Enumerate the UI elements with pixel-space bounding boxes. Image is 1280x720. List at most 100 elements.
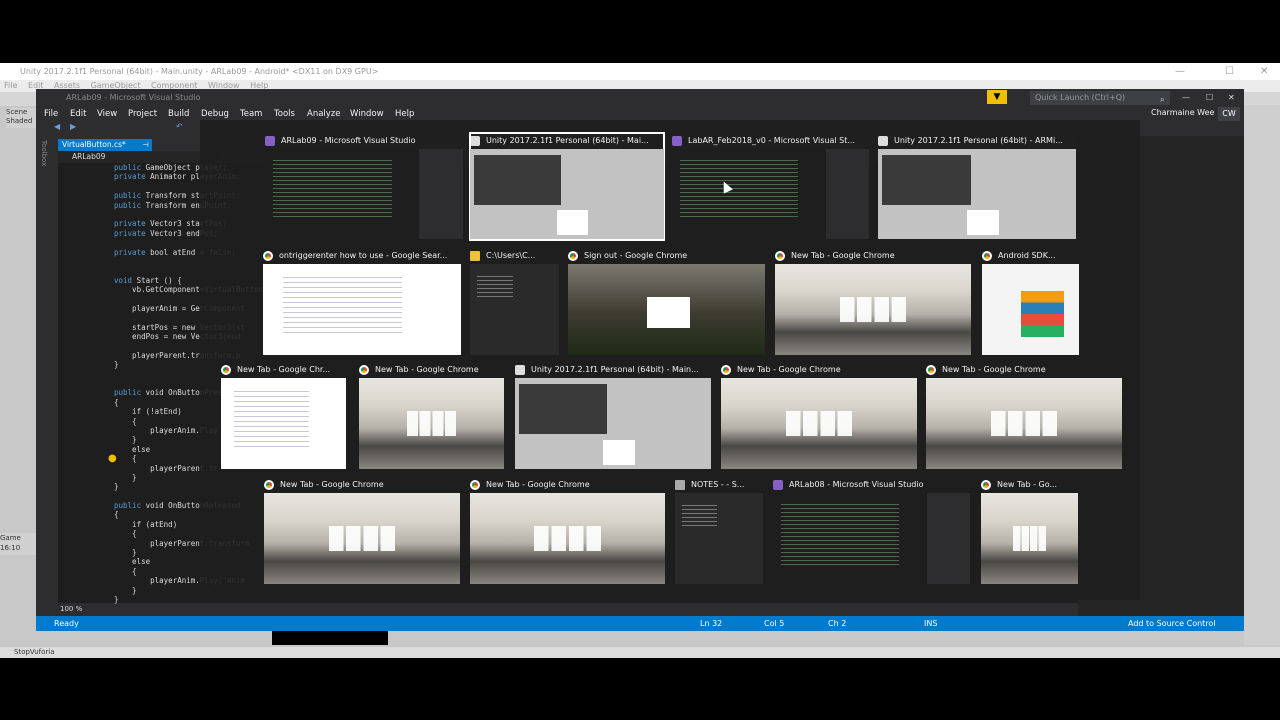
status-column: Col 5: [764, 619, 785, 628]
window-thumbnail: [721, 378, 917, 469]
switcher-window-header: Android SDK...: [982, 248, 1079, 264]
vs-menu-view[interactable]: View: [97, 107, 117, 122]
switcher-window-header: ontriggerenter how to use - Google Sear.…: [263, 248, 461, 264]
switcher-window-item[interactable]: ontriggerenter how to use - Google Sear.…: [263, 248, 461, 356]
switcher-window-title: New Tab - Go...: [997, 480, 1058, 489]
maximize-icon[interactable]: ☐: [1225, 63, 1234, 80]
add-to-source-control-button[interactable]: Add to Source Control: [1128, 616, 1216, 631]
switcher-window-header: New Tab - Go...: [981, 477, 1078, 493]
game-tab[interactable]: Game 16:10: [0, 533, 36, 555]
user-name[interactable]: Charmaine Wee: [1151, 108, 1214, 117]
switcher-window-item[interactable]: New Tab - Go...: [981, 477, 1078, 585]
switcher-window-header: New Tab - Google Chr...: [221, 362, 346, 378]
switcher-window-item[interactable]: Android SDK...: [982, 248, 1079, 356]
code-text: }: [114, 548, 137, 558]
switcher-window-header: New Tab - Google Chrome: [926, 362, 1122, 378]
switcher-window-item[interactable]: New Tab - Google Chrome: [264, 477, 460, 585]
switcher-window-item[interactable]: Unity 2017.2.1f1 Personal (64bit) - ARMi…: [878, 133, 1076, 240]
pin-icon[interactable]: ⊣: [142, 140, 149, 149]
window-thumbnail: [926, 378, 1122, 469]
chrome-icon: [926, 365, 936, 375]
code-keyword: private: [114, 219, 151, 229]
switcher-window-header: ARLab08 - Microsoft Visual Studio: [773, 477, 970, 493]
vs-minimize-icon[interactable]: —: [1182, 89, 1190, 107]
window-thumbnail: [263, 264, 461, 355]
code-text: else: [114, 557, 151, 567]
vs-menu-edit[interactable]: Edit: [70, 107, 86, 122]
unity-menu-file[interactable]: File: [4, 81, 17, 90]
switcher-window-item[interactable]: New Tab - Google Chrome: [775, 248, 971, 356]
vs-menu-file[interactable]: File: [44, 107, 58, 122]
code-keyword: private: [114, 247, 151, 257]
zoom-level[interactable]: 100 %: [58, 603, 138, 615]
switcher-window-title: ARLab09 - Microsoft Visual Studio: [281, 136, 416, 145]
notepad-icon: [675, 480, 685, 490]
switcher-window-item[interactable]: Unity 2017.2.1f1 Personal (64bit) - Mai.…: [469, 132, 665, 241]
vs-maximize-icon[interactable]: ☐: [1206, 89, 1213, 107]
project-dropdown[interactable]: ARLab09: [58, 151, 218, 163]
minimize-icon[interactable]: —: [1175, 63, 1185, 80]
code-keyword: public: [114, 191, 146, 201]
quick-launch-input[interactable]: Quick Launch (Ctrl+Q): [1030, 91, 1170, 105]
switcher-window-item[interactable]: New Tab - Google Chrome: [359, 362, 504, 470]
vs-menu-project[interactable]: Project: [128, 107, 157, 122]
unity-icon: [878, 136, 888, 146]
close-icon[interactable]: ✕: [1260, 63, 1268, 80]
avatar[interactable]: CW: [1218, 107, 1240, 121]
switcher-window-title: ontriggerenter how to use - Google Sear.…: [279, 251, 448, 260]
status-ready: Ready: [54, 619, 79, 628]
unity-title-bar: Unity 2017.2.1f1 Personal (64bit) - Main…: [0, 63, 1280, 80]
taskbar-fragment: [272, 631, 388, 645]
window-thumbnail: [775, 264, 971, 355]
switcher-window-item[interactable]: New Tab - Google Chrome: [926, 362, 1122, 470]
switcher-window-item[interactable]: ARLab09 - Microsoft Visual Studio: [265, 133, 463, 240]
switcher-window-item[interactable]: New Tab - Google Chrome: [721, 362, 917, 470]
switcher-window-header: NOTES - - S...: [675, 477, 763, 493]
document-tab[interactable]: VirtualButton.cs* ⊣ ✕: [58, 139, 152, 161]
switcher-window-item[interactable]: C:\Users\C...: [470, 248, 559, 356]
vs-menu-build[interactable]: Build: [168, 107, 189, 122]
chrome-icon: [359, 365, 369, 375]
window-thumbnail: [878, 149, 1076, 239]
switcher-window-title: New Tab - Google Chrome: [942, 365, 1046, 374]
switcher-window-title: LabAR_Feb2018_v0 - Microsoft Visual St..…: [688, 136, 856, 145]
switcher-window-title: Unity 2017.2.1f1 Personal (64bit) - Main…: [531, 365, 699, 374]
switcher-window-header: Unity 2017.2.1f1 Personal (64bit) - Mai.…: [470, 133, 664, 149]
switcher-window-item[interactable]: New Tab - Google Chr...: [221, 362, 346, 470]
window-thumbnail: [982, 264, 1079, 355]
switcher-window-header: Unity 2017.2.1f1 Personal (64bit) - Main…: [515, 362, 711, 378]
switcher-window-title: Android SDK...: [998, 251, 1056, 260]
undo-icon[interactable]: ↶: [176, 122, 183, 131]
vs-title: ARLab09 - Microsoft Visual Studio: [66, 93, 201, 102]
game-label: Game: [0, 534, 21, 542]
inspector-strip: [1244, 105, 1280, 645]
switcher-window-item[interactable]: New Tab - Google Chrome: [470, 477, 665, 585]
back-icon[interactable]: ◀: [54, 122, 60, 131]
code-text: {: [114, 529, 137, 539]
switcher-window-item[interactable]: LabAR_Feb2018_v0 - Microsoft Visual St..…: [672, 133, 869, 240]
switcher-window-header: New Tab - Google Chrome: [470, 477, 665, 493]
status-line: Ln 32: [700, 619, 723, 628]
forward-icon[interactable]: ▶: [70, 122, 76, 131]
switcher-window-item[interactable]: Unity 2017.2.1f1 Personal (64bit) - Main…: [515, 362, 711, 470]
chrome-icon: [470, 480, 480, 490]
visual-studio-icon: [672, 136, 682, 146]
switcher-window-item[interactable]: NOTES - - S...: [675, 477, 763, 585]
switcher-window-item[interactable]: Sign out - Google Chrome: [568, 248, 765, 356]
toolbox-sidebar[interactable]: Toolbox: [36, 136, 54, 619]
folder-icon: [470, 251, 480, 261]
switcher-window-title: ARLab08 - Microsoft Visual Studio: [789, 480, 924, 489]
scene-tab[interactable]: Scene Shaded: [6, 108, 36, 128]
switcher-window-title: New Tab - Google Chrome: [791, 251, 895, 260]
chrome-icon: [221, 365, 231, 375]
switcher-window-item[interactable]: ARLab08 - Microsoft Visual Studio: [773, 477, 970, 585]
chrome-icon: [981, 480, 991, 490]
unity-status-bar: StopVuforia: [0, 647, 1280, 658]
vs-close-icon[interactable]: ✕: [1228, 89, 1235, 107]
document-tab-label: VirtualButton.cs*: [62, 140, 126, 149]
filter-icon[interactable]: ▼: [987, 90, 1007, 104]
project-name: ARLab09: [72, 152, 106, 161]
lightbulb-icon[interactable]: ●: [108, 453, 117, 464]
game-resolution: 16:10: [0, 544, 21, 552]
unity-title: Unity 2017.2.1f1 Personal (64bit) - Main…: [20, 67, 379, 76]
